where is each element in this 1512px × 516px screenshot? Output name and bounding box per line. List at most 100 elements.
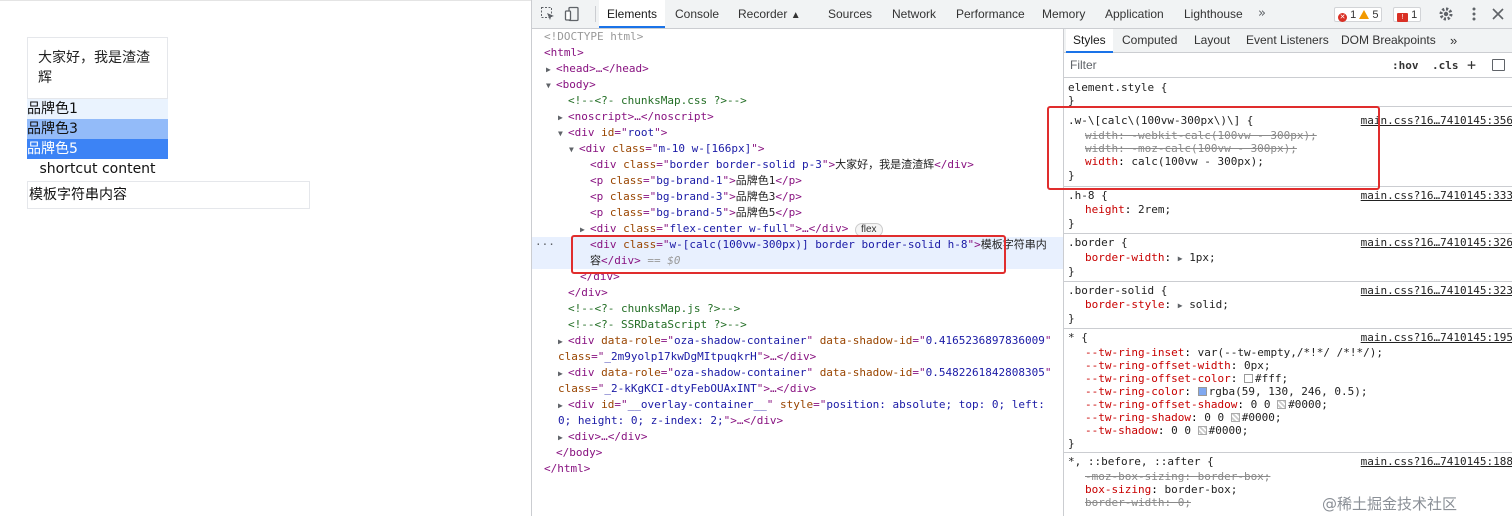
tree-line-html[interactable]: <html> xyxy=(532,45,1063,61)
color-swatch[interactable] xyxy=(1197,426,1207,435)
tree-line-overlay-cont[interactable]: 0; height: 0; z-index: 2;">…</div> xyxy=(532,413,1063,429)
height-declaration[interactable]: height: 2rem; xyxy=(1085,203,1171,216)
expand-triangle-icon[interactable]: ▶ xyxy=(558,430,568,446)
color-swatch[interactable] xyxy=(1277,400,1287,409)
tree-line-comment-ssr[interactable]: <!--<?- SSRDataScript ?>--> xyxy=(532,317,1063,333)
styles-filter-input[interactable]: Filter xyxy=(1070,53,1097,78)
tree-line-brand5[interactable]: <p class="bg-brand-5">品牌色5</p> xyxy=(532,205,1063,221)
expand-triangle-icon[interactable]: ▶ xyxy=(558,334,568,350)
tree-line-noscript[interactable]: ▶ <noscript>…</noscript> xyxy=(532,109,1063,126)
toggle-sidebar-icon[interactable] xyxy=(1492,59,1505,71)
expand-triangle-icon[interactable]: ▶ xyxy=(1178,301,1183,310)
rule-source-link[interactable]: main.css?16…7410145:333 xyxy=(1361,189,1512,202)
device-toolbar-icon[interactable] xyxy=(564,6,580,22)
tree-line-close-div-2[interactable]: </div> xyxy=(532,285,1063,301)
rule-source-link[interactable]: main.css?16…7410145:326 xyxy=(1361,236,1512,249)
subtab-dom-breakpoints[interactable]: DOM Breakpoints xyxy=(1341,29,1436,53)
subtabs-more-button[interactable]: » xyxy=(1450,29,1457,53)
tab-memory[interactable]: Memory xyxy=(1042,0,1085,28)
tree-line-shadow-1[interactable]: ▶ <div data-role="oza-shadow-container" d… xyxy=(532,333,1063,350)
tree-line-close-html[interactable]: </html> xyxy=(532,461,1063,477)
color-swatch[interactable] xyxy=(1230,413,1240,422)
subtab-event-listeners[interactable]: Event Listeners xyxy=(1246,29,1329,53)
tw-ring-offset-shadow-declaration[interactable]: --tw-ring-offset-shadow: 0 0 #0000; xyxy=(1085,398,1328,411)
prop-name: border-width xyxy=(1085,251,1165,264)
tree-line-shadow-2-cont[interactable]: class="_2-kKgKCI-dtyFebOUAxINT">…</div> xyxy=(532,381,1063,397)
prop-value: solid; xyxy=(1189,298,1229,311)
webkit-calc-declaration[interactable]: width: -webkit-calc(100vw - 300px); xyxy=(1085,129,1317,142)
console-errors-warnings-badge[interactable]: ✕ 1 5 xyxy=(1334,7,1383,22)
hover-state-button[interactable]: :hov xyxy=(1392,53,1419,78)
close-devtools-icon[interactable] xyxy=(1490,6,1506,22)
tree-line-shadow-1-cont[interactable]: class="_2m9yolp17kwDgMItpuqkrH">…</div> xyxy=(532,349,1063,365)
tree-line-flex-center[interactable]: ▶ <div class="flex-center w-full">…</div>… xyxy=(532,221,1063,238)
tree-line-div[interactable]: ▶ <div>…</div> xyxy=(532,429,1063,446)
tree-line-brand3[interactable]: <p class="bg-brand-3">品牌色3</p> xyxy=(532,189,1063,205)
subtab-styles[interactable]: Styles xyxy=(1066,29,1113,53)
collapse-triangle-icon[interactable]: ▼ xyxy=(546,78,556,94)
rule-selector: .border-solid { xyxy=(1068,284,1168,297)
moz-box-sizing-declaration[interactable]: -moz-box-sizing: border-box; xyxy=(1085,470,1270,483)
border-width-declaration[interactable]: border-width: 0; xyxy=(1085,496,1191,509)
tree-line-body[interactable]: ▼ <body> xyxy=(532,77,1063,94)
tree-line-selected[interactable]: ··· <div class="w-[calc(100vw-300px)] bor… xyxy=(532,237,1063,253)
color-swatch[interactable] xyxy=(1197,387,1207,396)
tab-performance[interactable]: Performance xyxy=(956,0,1025,28)
class-toggle-button[interactable]: .cls xyxy=(1432,53,1459,78)
width-declaration[interactable]: width: calc(100vw - 300px); xyxy=(1085,155,1264,168)
tw-ring-inset-declaration[interactable]: --tw-ring-inset: var(--tw-empty,/*!*/ /*… xyxy=(1085,346,1383,359)
issues-badge[interactable]: ! 1 xyxy=(1393,7,1422,22)
subtab-computed[interactable]: Computed xyxy=(1122,29,1177,53)
tab-network[interactable]: Network xyxy=(892,0,936,28)
rule-source-link[interactable]: main.css?16…7410145:323 xyxy=(1361,284,1512,297)
expand-triangle-icon[interactable]: ▶ xyxy=(558,110,568,126)
tree-line-brand1[interactable]: <p class="bg-brand-1">品牌色1</p> xyxy=(532,173,1063,189)
inspect-element-icon[interactable] xyxy=(540,6,556,22)
more-tabs-button[interactable]: » xyxy=(1258,0,1266,28)
collapse-triangle-icon[interactable]: ▼ xyxy=(558,126,568,142)
tab-application[interactable]: Application xyxy=(1105,0,1164,28)
collapse-triangle-icon[interactable]: ▼ xyxy=(569,142,579,158)
tw-ring-color-declaration[interactable]: --tw-ring-color: rgba(59, 130, 246, 0.5)… xyxy=(1085,385,1368,398)
tw-ring-offset-width-declaration[interactable]: --tw-ring-offset-width: 0px; xyxy=(1085,359,1270,372)
settings-gear-icon[interactable] xyxy=(1438,6,1454,22)
flex-badge[interactable]: flex xyxy=(854,223,883,237)
tw-ring-shadow-declaration[interactable]: --tw-ring-shadow: 0 0 #0000; xyxy=(1085,411,1281,424)
tree-line-root[interactable]: ▼ <div id="root"> xyxy=(532,125,1063,142)
tree-line-close-body[interactable]: </body> xyxy=(532,445,1063,461)
tw-shadow-declaration[interactable]: --tw-shadow: 0 0 #0000; xyxy=(1085,424,1248,437)
tree-line-selected-cont[interactable]: 容</div> == $0 xyxy=(532,253,1063,269)
box-sizing-declaration[interactable]: box-sizing: border-box; xyxy=(1085,483,1237,496)
add-rule-button[interactable]: + xyxy=(1467,53,1476,78)
color-swatch[interactable] xyxy=(1243,374,1253,383)
tree-line-close-div-1[interactable]: </div> xyxy=(532,269,1063,285)
more-options-icon[interactable] xyxy=(1466,6,1482,22)
expand-triangle-icon[interactable]: ▶ xyxy=(1178,254,1183,263)
tab-console[interactable]: Console xyxy=(675,0,719,28)
tree-line-comment-css[interactable]: <!--<?- chunksMap.css ?>--> xyxy=(532,93,1063,109)
tree-line-overlay[interactable]: ▶ <div id="__overlay-container__" style="… xyxy=(532,397,1063,414)
border-style-declaration[interactable]: border-style: ▶ solid; xyxy=(1085,298,1229,312)
subtab-layout[interactable]: Layout xyxy=(1194,29,1230,53)
tree-line-shadow-2[interactable]: ▶ <div data-role="oza-shadow-container" d… xyxy=(532,365,1063,382)
tab-recorder[interactable]: Recorder ▲ xyxy=(738,0,801,28)
tree-line-m10[interactable]: ▼ <div class="m-10 w-[166px]"> xyxy=(532,141,1063,158)
border-width-declaration[interactable]: border-width: ▶ 1px; xyxy=(1085,251,1216,265)
rule-source-link[interactable]: main.css?16…7410145:195 xyxy=(1361,331,1512,344)
expand-triangle-icon[interactable]: ▶ xyxy=(580,222,590,238)
tree-line-head[interactable]: ▶ <head>…</head> xyxy=(532,61,1063,78)
tree-line-comment-js[interactable]: <!--<?- chunksMap.js ?>--> xyxy=(532,301,1063,317)
tw-ring-offset-color-declaration[interactable]: --tw-ring-offset-color: #fff; xyxy=(1085,372,1288,385)
rule-source-link[interactable]: main.css?16…7410145:188 xyxy=(1361,455,1512,468)
tab-lighthouse[interactable]: Lighthouse xyxy=(1184,0,1243,28)
rule-source-link[interactable]: main.css?16…7410145:356 xyxy=(1361,114,1512,127)
tab-elements[interactable]: Elements xyxy=(599,0,666,28)
expand-triangle-icon[interactable]: ▶ xyxy=(558,398,568,414)
tree-line-doctype[interactable]: <!DOCTYPE html> xyxy=(532,29,1063,45)
expand-triangle-icon[interactable]: ▶ xyxy=(546,62,556,78)
moz-calc-declaration[interactable]: width: -moz-calc(100vw - 300px); xyxy=(1085,142,1297,155)
tab-sources[interactable]: Sources xyxy=(828,0,872,28)
expand-triangle-icon[interactable]: ▶ xyxy=(558,366,568,382)
tree-line-border-box[interactable]: <div class="border border-solid p-3">大家好… xyxy=(532,157,1063,173)
ellipsis-icon[interactable]: ··· xyxy=(535,237,555,253)
